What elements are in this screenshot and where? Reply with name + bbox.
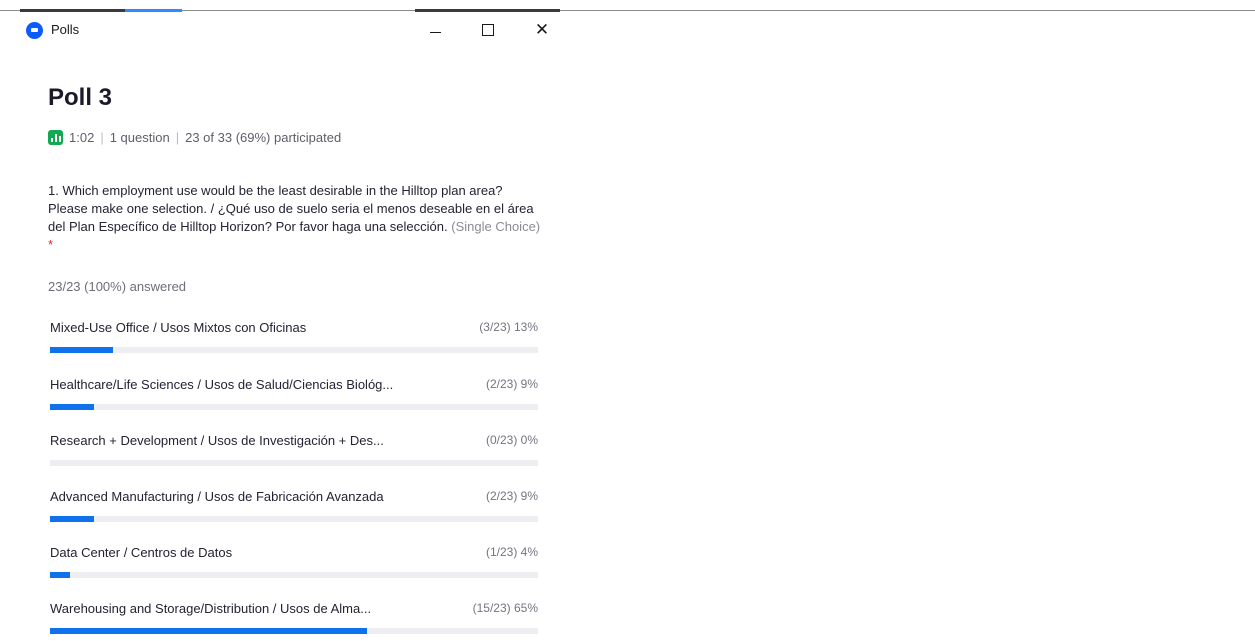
option-stats: (2/23) 9% bbox=[485, 377, 538, 391]
option-label: Research + Development / Usos de Investi… bbox=[50, 433, 384, 448]
result-bar-track bbox=[50, 404, 538, 410]
option-label: Warehousing and Storage/Distribution / U… bbox=[50, 601, 372, 616]
close-icon: ✕ bbox=[534, 20, 550, 39]
option-stats: (0/23) 0% bbox=[485, 433, 538, 447]
poll-option: Research + Development / Usos de Investi… bbox=[50, 433, 538, 473]
option-stats: (2/23) 9% bbox=[485, 489, 538, 503]
result-bar-fill bbox=[50, 572, 70, 578]
question-count: 1 question bbox=[109, 130, 170, 145]
title-bar[interactable]: Polls ✕ bbox=[0, 12, 560, 47]
maximize-icon bbox=[482, 24, 494, 36]
result-bar-track bbox=[50, 572, 538, 578]
poll-option: Mixed-Use Office / Usos Mixtos con Ofici… bbox=[50, 320, 538, 360]
answered-count: 23/23 (100%) answered bbox=[48, 279, 187, 294]
option-stats: (1/23) 4% bbox=[485, 545, 538, 559]
poll-option: Healthcare/Life Sciences / Usos de Salud… bbox=[50, 377, 538, 417]
option-label: Advanced Manufacturing / Usos de Fabrica… bbox=[50, 489, 384, 504]
poll-option: Data Center / Centros de Datos (1/23) 4% bbox=[50, 545, 538, 585]
taskbar-edge bbox=[0, 10, 1255, 11]
window-title: Polls bbox=[51, 22, 80, 37]
option-label: Mixed-Use Office / Usos Mixtos con Ofici… bbox=[50, 320, 307, 335]
polls-window: Polls ✕ Poll 3 1:02 | 1 question | 23 of… bbox=[0, 12, 560, 635]
question-type: (Single Choice) bbox=[451, 219, 541, 234]
option-stats: (15/23) 65% bbox=[472, 601, 538, 615]
result-bar-fill bbox=[50, 628, 368, 634]
result-bar-track bbox=[50, 628, 538, 634]
result-bar-track bbox=[50, 347, 538, 353]
maximize-button[interactable] bbox=[474, 18, 502, 42]
option-label: Data Center / Centros de Datos bbox=[50, 545, 233, 560]
minimize-icon bbox=[429, 31, 441, 33]
zoom-app-icon bbox=[26, 22, 43, 39]
question-text-block: 1. Which employment use would be the lea… bbox=[48, 182, 543, 254]
close-button[interactable]: ✕ bbox=[528, 18, 556, 42]
result-bar-fill bbox=[50, 404, 94, 410]
poll-title: Poll 3 bbox=[48, 84, 113, 111]
poll-duration: 1:02 bbox=[69, 130, 95, 145]
participation: 23 of 33 (69%) participated bbox=[185, 130, 342, 145]
bar-chart-icon bbox=[48, 130, 63, 145]
poll-option: Advanced Manufacturing / Usos de Fabrica… bbox=[50, 489, 538, 529]
result-bar-fill bbox=[50, 347, 114, 353]
poll-meta: 1:02 | 1 question | 23 of 33 (69%) parti… bbox=[48, 130, 341, 145]
divider: | bbox=[175, 130, 180, 145]
required-marker: * bbox=[48, 237, 54, 252]
result-bar-fill bbox=[50, 516, 94, 522]
result-bar-track bbox=[50, 460, 538, 466]
option-label: Healthcare/Life Sciences / Usos de Salud… bbox=[50, 377, 394, 392]
poll-option: Warehousing and Storage/Distribution / U… bbox=[50, 601, 538, 641]
result-bar-track bbox=[50, 516, 538, 522]
option-stats: (3/23) 13% bbox=[479, 320, 538, 334]
divider: | bbox=[100, 130, 104, 145]
minimize-button[interactable] bbox=[421, 18, 449, 42]
